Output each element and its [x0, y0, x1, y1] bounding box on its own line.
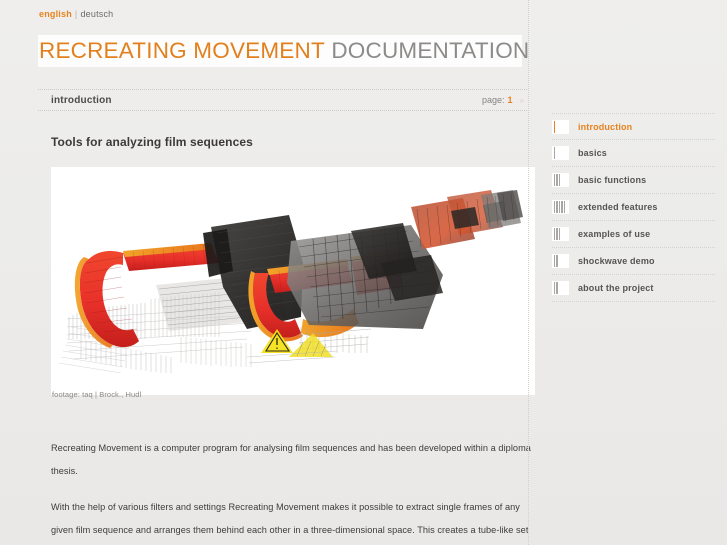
film-strip-icon: [552, 254, 569, 268]
column-divider: [528, 0, 529, 545]
film-strip-icon: [552, 146, 569, 160]
sidebar-item-label: basic functions: [578, 175, 647, 185]
language-link-deutsch[interactable]: deutsch: [80, 9, 113, 19]
page-root: english | deutsch RECREATING MOVEMENT DOCU…: [0, 0, 727, 545]
sidebar-item-label: extended features: [578, 202, 658, 212]
next-page-arrow-icon[interactable]: »: [520, 96, 525, 105]
film-sequence-3d-visualization: [51, 167, 535, 395]
page-number: 1: [507, 95, 513, 105]
sidebar-item-shockwave-demo[interactable]: shockwave demo: [552, 248, 715, 275]
sidebar-item-label: examples of use: [578, 229, 651, 239]
main-content-column: english | deutsch RECREATING MOVEMENT DOCU…: [12, 0, 535, 545]
page-title: Tools for analyzing film sequences: [51, 135, 253, 150]
body-paragraph-1: Recreating Movement is a computer progra…: [51, 443, 531, 477]
section-bar: introduction page: 1 »: [38, 89, 527, 111]
language-switcher: english | deutsch: [39, 8, 113, 20]
sidebar-item-label: introduction: [578, 121, 633, 132]
figure-caption: footage: taq | Brock., Hudl: [52, 390, 142, 399]
language-separator: |: [74, 9, 78, 19]
page-label: page:: [482, 95, 505, 105]
film-strip-icon: [552, 173, 569, 187]
site-title-highlight: RECREATING MOVEMENT: [39, 38, 325, 63]
site-title: RECREATING MOVEMENT DOCUMENTATION: [38, 35, 529, 67]
sidebar-item-label: basics: [578, 148, 607, 158]
sidebar-item-introduction[interactable]: introduction: [552, 113, 715, 140]
page-indicator: page: 1 »: [482, 95, 525, 105]
sidebar-item-examples-of-use[interactable]: examples of use: [552, 221, 715, 248]
sidebar-item-label: shockwave demo: [578, 256, 655, 266]
sidebar-item-basic-functions[interactable]: basic functions: [552, 167, 715, 194]
sidebar-item-about-the-project[interactable]: about the project: [552, 275, 715, 302]
film-strip-icon: [552, 227, 569, 241]
language-link-english[interactable]: english: [39, 9, 72, 19]
sidebar-item-extended-features[interactable]: extended features: [552, 194, 715, 221]
film-strip-icon: [552, 200, 569, 214]
sidebar-item-label: about the project: [578, 283, 654, 293]
section-name: introduction: [51, 94, 112, 106]
figure-visualization: [51, 167, 535, 395]
film-strip-icon: [552, 119, 569, 134]
film-strip-icon: [552, 281, 569, 295]
sidebar-item-basics[interactable]: basics: [552, 140, 715, 167]
body-paragraph-2: With the help of various filters and set…: [51, 502, 529, 536]
sidebar-navigation: introduction basics basic functions extende…: [552, 113, 715, 302]
site-title-rest: DOCUMENTATION: [324, 38, 530, 63]
